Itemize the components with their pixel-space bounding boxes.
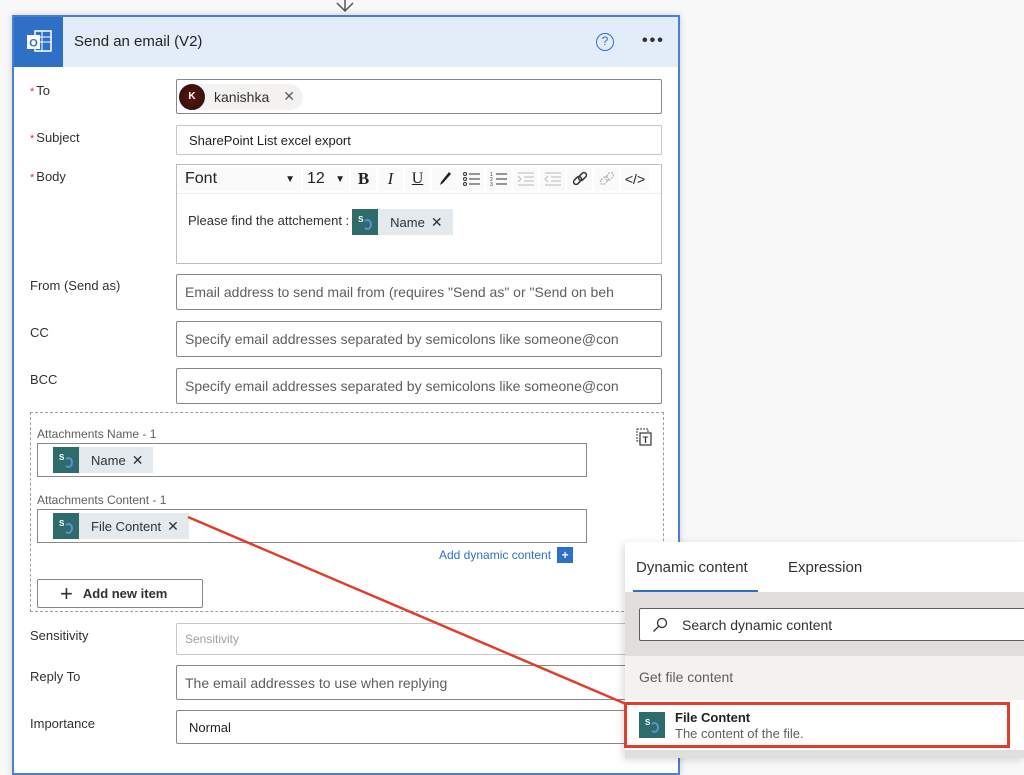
sharepoint-icon: S [53,447,79,473]
numbered-list-button[interactable]: 123 [486,167,511,191]
underline-button[interactable]: U [405,167,430,191]
reply-to-input[interactable]: The email addresses to use when replying [176,665,662,700]
body-text: Please find the attchement : [188,213,350,228]
body-editor[interactable]: Font ▼ 12 ▼ B I U 123 </> Please find th… [176,164,662,264]
remove-token-icon[interactable]: ✕ [431,214,453,231]
delete-item-icon[interactable]: T [636,428,652,446]
panel-tabs: Dynamic content Expression [625,542,1024,593]
connector-arrow-icon [336,0,354,13]
cc-input[interactable]: Specify email addresses separated by sem… [176,321,662,357]
from-label: From (Send as) [30,278,121,293]
remove-recipient-icon[interactable]: ✕ [283,88,295,105]
required-marker: * [30,86,35,98]
link-icon [572,171,587,186]
dynamic-token-name: S Name ✕ [352,209,453,235]
decrease-indent-button[interactable] [513,167,538,191]
sharepoint-icon: S [352,209,379,235]
cc-label: CC [30,325,49,340]
pen-icon [439,172,451,185]
font-family-select[interactable]: Font ▼ [179,167,301,191]
importance-label: Importance [30,716,96,731]
outlook-icon: O [14,17,63,67]
add-new-item-button[interactable]: + Add new item [37,579,203,608]
dynamic-token-name: S Name ✕ [53,447,154,473]
sensitivity-label: Sensitivity [30,628,89,643]
text-color-button[interactable] [432,167,457,191]
code-view-button[interactable]: </> [621,167,649,191]
importance-value: Normal [189,719,231,735]
chevron-down-icon: ▼ [335,173,345,185]
action-title: Send an email (V2) [74,33,203,50]
plus-icon: + [557,547,574,563]
attachments-name-input[interactable]: S Name ✕ [37,443,587,477]
attachments-name-label: Attachments Name - 1 [37,427,157,441]
importance-select[interactable]: Normal [176,710,662,744]
dynamic-token-file-content: S File Content ✕ [53,513,189,539]
to-label: * To [30,83,51,98]
attachments-content-input[interactable]: S File Content ✕ [37,509,587,543]
outdent-icon [543,172,561,186]
bcc-label: BCC [30,372,58,387]
svg-text:3: 3 [490,182,493,187]
subject-value: SharePoint List excel export [189,132,351,148]
numbered-list-icon: 123 [490,172,507,187]
tab-expression[interactable]: Expression [788,559,862,576]
recipient-name: kanishka [214,88,270,105]
bullet-list-icon [462,172,480,186]
action-header[interactable]: O Send an email (V2) ? ••• [14,17,678,67]
panel-footer [625,750,1024,758]
more-options-icon[interactable]: ••• [642,32,665,50]
subject-label: * Subject [30,130,80,145]
annotation-highlight-box [624,702,1010,748]
unlink-icon [599,171,614,186]
sensitivity-select[interactable]: Sensitivity [176,623,662,655]
sharepoint-icon: S [53,513,79,539]
svg-text:O: O [29,38,38,50]
attachments-group: Attachments Name - 1 S Name ✕ T Attachme… [30,412,664,612]
search-icon [653,617,668,632]
remove-token-icon[interactable]: ✕ [132,452,154,469]
required-marker: * [30,172,35,184]
chevron-down-icon: ▼ [285,173,295,185]
send-email-action-card: O Send an email (V2) ? ••• * To K kanishk… [12,15,680,775]
reply-to-label: Reply To [30,669,81,684]
avatar: K [179,83,205,110]
plus-icon: + [60,580,73,606]
recipient-pill: K kanishka ✕ [179,83,303,110]
search-area: Search dynamic content [625,592,1024,656]
group-header-get-file-content[interactable]: Get file content [625,656,1024,700]
bcc-input[interactable]: Specify email addresses separated by sem… [176,368,662,404]
rich-text-toolbar: Font ▼ 12 ▼ B I U 123 </> [177,165,661,194]
remove-token-icon[interactable]: ✕ [167,518,189,535]
add-dynamic-content-link[interactable]: Add dynamic content + [439,547,574,563]
italic-button[interactable]: I [378,167,403,191]
attachments-content-label: Attachments Content - 1 [37,493,167,507]
required-marker: * [30,133,35,145]
svg-text:T: T [643,435,649,445]
indent-icon [517,172,534,186]
font-size-select[interactable]: 12 ▼ [303,167,349,191]
insert-link-button[interactable] [567,167,592,191]
increase-indent-button[interactable] [540,167,565,191]
tab-dynamic-content[interactable]: Dynamic content [636,559,748,576]
subject-input[interactable]: SharePoint List excel export [176,125,662,155]
to-field[interactable]: K kanishka ✕ [176,79,662,114]
body-label: * Body [30,169,66,184]
help-icon[interactable]: ? [596,33,614,51]
from-input[interactable]: Email address to send mail from (require… [176,274,662,310]
bold-button[interactable]: B [351,167,376,191]
bulleted-list-button[interactable] [459,167,484,191]
remove-link-button[interactable] [594,167,619,191]
search-dynamic-content-input[interactable]: Search dynamic content [639,608,1024,641]
body-content[interactable]: Please find the attchement : S Name ✕ [177,194,661,235]
